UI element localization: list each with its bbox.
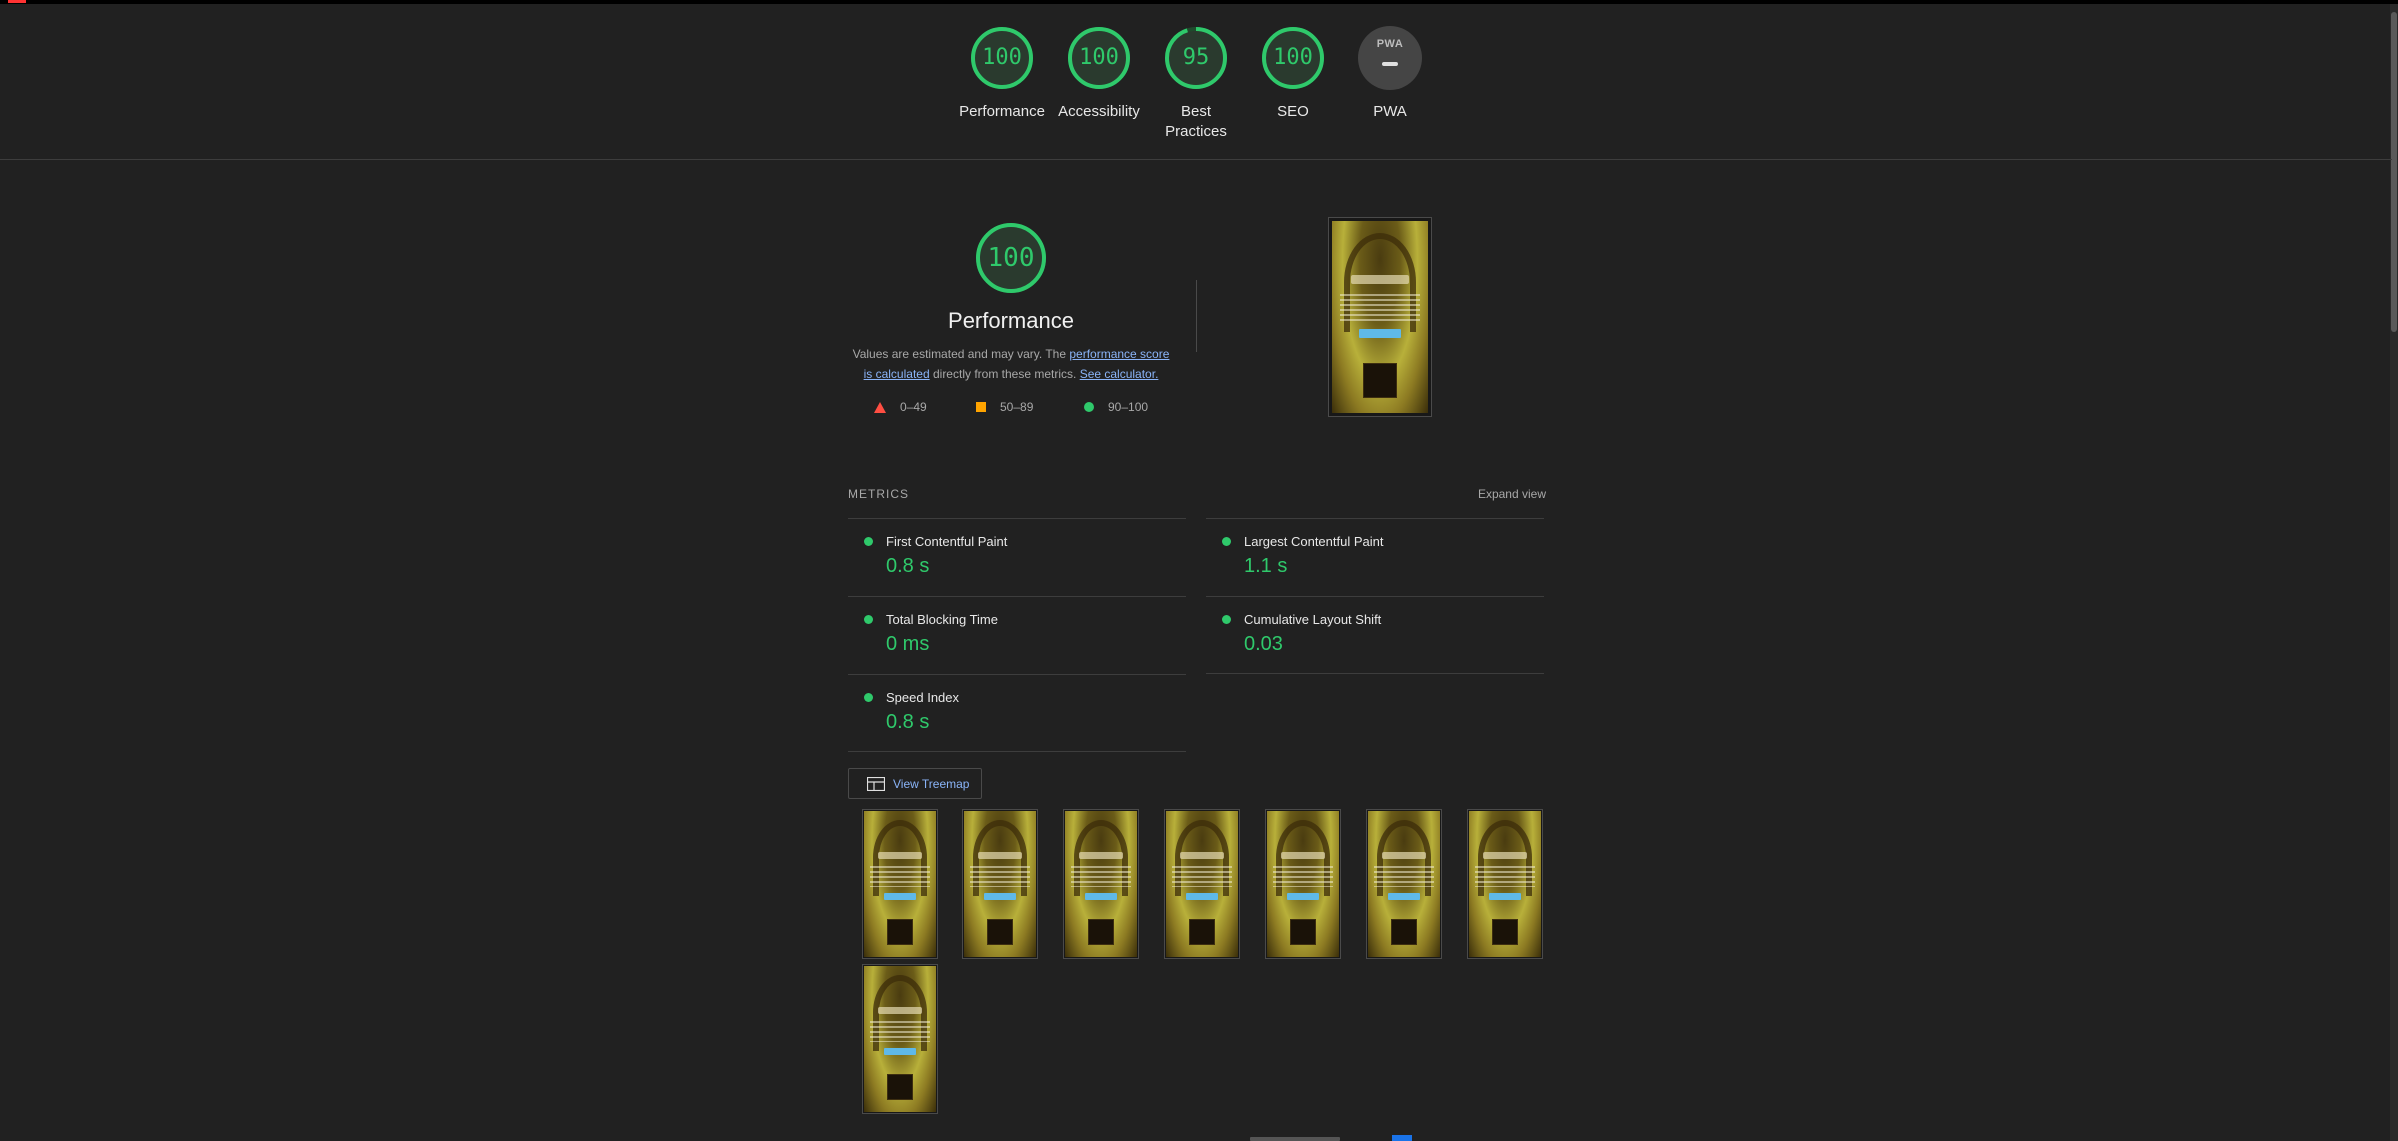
metric-value: 1.1 s — [1244, 555, 1288, 577]
metric-value: 0.8 s — [886, 555, 930, 577]
treemap-icon — [867, 776, 885, 791]
pwa-badge-icon: PWA — [1358, 26, 1422, 90]
legend-fail: 0–49 — [874, 400, 927, 414]
metric-speed-index: Speed Index 0.8 s — [848, 674, 1186, 752]
sticky-header: 100 Performance 100 Accessibility 95 Bes… — [0, 4, 2392, 160]
gauge-score: 100 — [1273, 45, 1313, 70]
performance-score: 100 — [987, 243, 1035, 273]
metric-value: 0.03 — [1244, 633, 1283, 655]
pass-circle-icon — [864, 693, 873, 702]
expand-view-toggle[interactable]: Expand view — [1478, 487, 1546, 501]
view-treemap-button[interactable]: View Treemap — [848, 768, 982, 799]
filmstrip-frame — [962, 809, 1038, 959]
filmstrip-frame — [862, 964, 938, 1114]
square-icon — [976, 402, 986, 412]
filmstrip-frame — [1366, 809, 1442, 959]
cut-off-content — [1250, 1135, 1412, 1141]
legend-label: 90–100 — [1108, 400, 1149, 414]
topbar-accent — [8, 0, 26, 3]
circle-icon — [1084, 402, 1094, 412]
metric-name: Cumulative Layout Shift — [1244, 612, 1382, 627]
metrics-header: METRICS Expand view — [848, 487, 1546, 503]
final-screenshot[interactable] — [1328, 217, 1432, 417]
metric-first-contentful-paint: First Contentful Paint 0.8 s — [848, 518, 1186, 596]
metric-cumulative-layout-shift: Cumulative Layout Shift 0.03 — [1206, 596, 1544, 674]
gauge-score: 100 — [1079, 45, 1119, 70]
filmstrip-frame — [1164, 809, 1240, 959]
metric-name: Total Blocking Time — [886, 612, 998, 627]
vertical-divider — [1196, 280, 1197, 352]
metric-name: First Contentful Paint — [886, 534, 1008, 549]
metric-name: Speed Index — [886, 690, 960, 705]
gauge-score: 95 — [1182, 45, 1210, 70]
pass-circle-icon — [864, 615, 873, 624]
pass-circle-icon — [1222, 537, 1231, 546]
filmstrip-frame — [862, 809, 938, 959]
metric-value: 0.8 s — [886, 711, 930, 733]
cut-off-badge — [1392, 1135, 1412, 1141]
metric-name: Largest Contentful Paint — [1244, 534, 1384, 549]
gauge-label: PWA — [1373, 103, 1407, 120]
metric-total-blocking-time: Total Blocking Time 0 ms — [848, 596, 1186, 674]
metric-value: 0 ms — [886, 633, 930, 655]
legend-pass: 90–100 — [1084, 400, 1148, 414]
triangle-icon — [874, 401, 886, 413]
gauge-pwa[interactable]: PWA PWA — [1330, 26, 1450, 122]
pass-circle-icon — [1222, 615, 1231, 624]
screenshot-image — [1332, 221, 1428, 413]
gauge-ring: 100 — [1067, 26, 1131, 90]
performance-title: Performance — [948, 308, 1074, 333]
filmstrip-frame — [1063, 809, 1139, 959]
pwa-badge-text: PWA — [1376, 38, 1404, 50]
gauge-ring: 95 — [1164, 26, 1228, 90]
legend-average: 50–89 — [976, 400, 1033, 414]
treemap-label: View Treemap — [893, 776, 970, 791]
metric-largest-contentful-paint: Largest Contentful Paint 1.1 s — [1206, 518, 1544, 596]
pass-circle-icon — [864, 537, 873, 546]
performance-description: Values are estimated and may vary. The p… — [848, 344, 1174, 384]
scrollbar[interactable] — [2390, 4, 2398, 1141]
gauge-label: Best Practices — [1165, 103, 1227, 140]
metrics-title: METRICS — [848, 487, 909, 501]
gauge-ring: 100 — [970, 26, 1034, 90]
legend-label: 50–89 — [1000, 400, 1034, 414]
gauge-score: 100 — [982, 45, 1022, 70]
legend-label: 0–49 — [900, 400, 927, 414]
filmstrip-frame — [1265, 809, 1341, 959]
gauge-ring: 100 — [1261, 26, 1325, 90]
pwa-dash-icon — [1382, 62, 1398, 66]
filmstrip-frame — [1467, 809, 1543, 959]
performance-gauge: 100 — [975, 222, 1047, 294]
desc-text: Values are estimated and may vary. The — [852, 347, 1070, 361]
desc-text: directly from these metrics. — [929, 367, 1080, 381]
see-calculator-link[interactable]: See calculator. — [1080, 367, 1159, 381]
